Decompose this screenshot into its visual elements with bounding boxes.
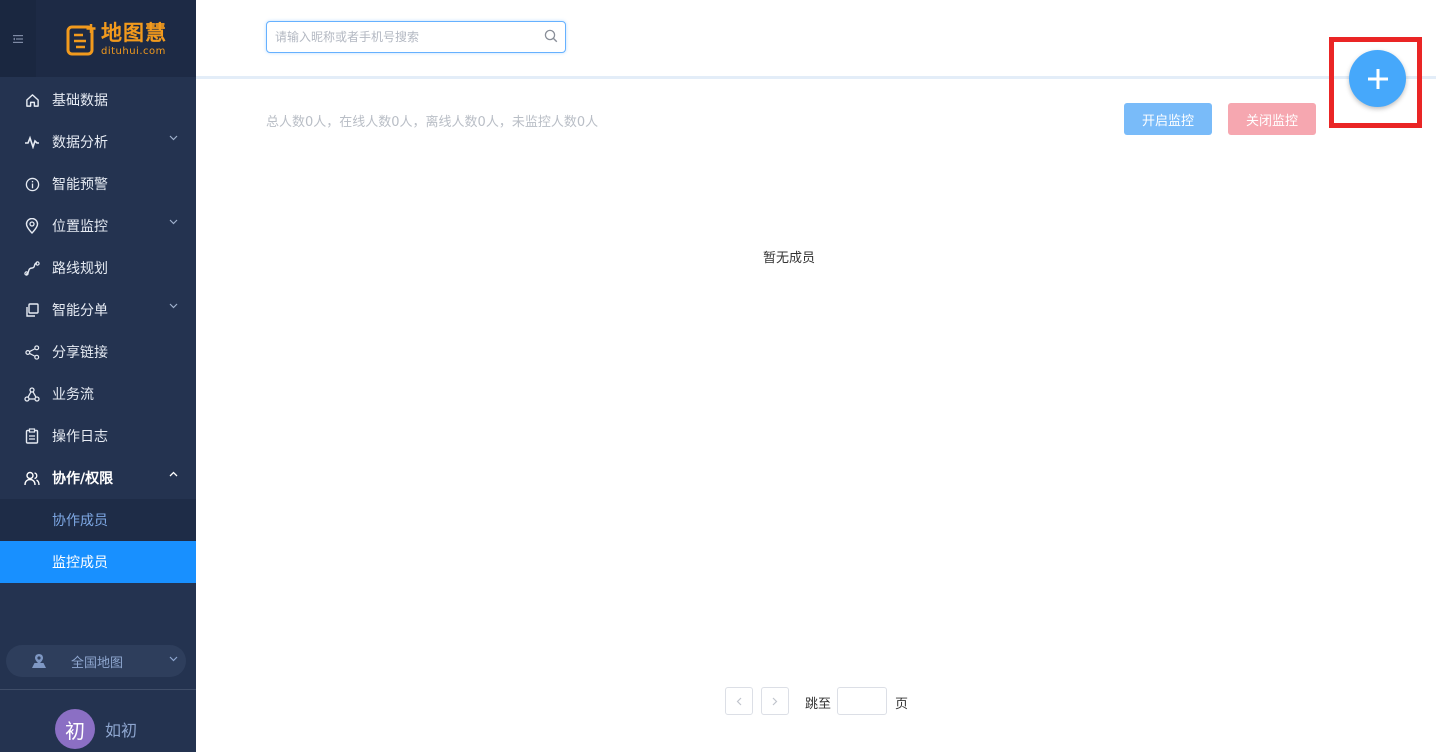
page-suffix-label: 页 <box>895 697 909 712</box>
jump-page-input[interactable] <box>838 688 886 714</box>
add-member-button[interactable] <box>1349 50 1406 107</box>
sidebar-item-label: 位置监控 <box>52 219 108 235</box>
chevron-down-icon <box>169 219 178 225</box>
logo-text: 地图慧 dituhui.com <box>101 23 167 57</box>
start-monitor-button[interactable]: 开启监控 <box>1124 103 1212 135</box>
brand-domain: dituhui.com <box>101 46 166 57</box>
user-profile[interactable]: 初 如初 <box>55 709 137 749</box>
chevron-right-icon <box>772 697 778 705</box>
chevron-down-icon <box>169 303 178 309</box>
sidebar-item-label: 分享链接 <box>52 345 108 361</box>
info-circle-icon <box>24 176 40 192</box>
sidebar-item-label: 业务流 <box>52 387 94 403</box>
sidebar-item-basic-data[interactable]: 基础数据 <box>0 79 196 121</box>
chevron-down-icon <box>169 656 178 662</box>
clipboard-icon <box>24 428 40 444</box>
map-region-label: 全国地图 <box>71 655 124 671</box>
sidebar-item-operation-log[interactable]: 操作日志 <box>0 415 196 457</box>
jump-to-label: 跳至 <box>805 697 832 712</box>
sidebar-item-label: 协作/权限 <box>52 471 114 487</box>
sidebar-item-route-planning[interactable]: 路线规划 <box>0 247 196 289</box>
sidebar-subitem-monitor-members[interactable]: 监控成员 <box>0 541 196 583</box>
plus-icon <box>1367 68 1388 89</box>
sidebar-item-location-monitor[interactable]: 位置监控 <box>0 205 196 247</box>
sidebar-item-smart-dispatch[interactable]: 智能分单 <box>0 289 196 331</box>
sidebar: 地图慧 dituhui.com 基础数据 数据分析 智能预警 位置监控 路线规划… <box>0 0 196 752</box>
brand-name: 地图慧 <box>101 21 167 45</box>
sidebar-subitem-label: 监控成员 <box>52 555 108 571</box>
chevron-up-icon <box>169 471 178 477</box>
prev-page-button[interactable] <box>725 687 753 715</box>
logo-mark-icon <box>66 24 96 56</box>
chevron-left-icon <box>736 697 742 705</box>
avatar: 初 <box>55 709 95 749</box>
sidebar-item-data-analysis[interactable]: 数据分析 <box>0 121 196 163</box>
member-search-box <box>266 21 566 53</box>
stop-monitor-button[interactable]: 关闭监控 <box>1228 103 1316 135</box>
sidebar-item-share-link[interactable]: 分享链接 <box>0 331 196 373</box>
member-stats: 总人数0人，在线人数0人，离线人数0人，未监控人数0人 <box>266 115 599 130</box>
sidebar-item-label: 智能分单 <box>52 303 108 319</box>
home-icon <box>24 92 40 108</box>
sidebar-menu: 基础数据 数据分析 智能预警 位置监控 路线规划 智能分单 分享链接 业务流 操… <box>0 79 196 583</box>
share-icon <box>24 344 40 360</box>
route-icon <box>24 260 40 276</box>
header-divider <box>196 76 1436 79</box>
map-user-icon <box>32 654 46 668</box>
sidebar-item-label: 数据分析 <box>52 135 108 151</box>
menu-fold-icon <box>13 34 23 43</box>
brand-logo[interactable]: 地图慧 dituhui.com <box>66 20 167 60</box>
sidebar-item-workflow[interactable]: 业务流 <box>0 373 196 415</box>
sidebar-subitem-collab-members[interactable]: 协作成员 <box>0 499 196 541</box>
menu-collapse-toggle[interactable] <box>0 0 36 77</box>
sidebar-subitem-label: 协作成员 <box>52 513 108 529</box>
map-region-select[interactable]: 全国地图 <box>6 645 186 677</box>
search-icon[interactable] <box>544 29 558 43</box>
sidebar-item-label: 智能预警 <box>52 177 108 193</box>
user-name: 如初 <box>105 721 138 740</box>
search-input[interactable] <box>267 22 527 52</box>
sidebar-item-label: 基础数据 <box>52 93 108 109</box>
copy-icon <box>24 302 40 318</box>
users-icon <box>24 470 40 486</box>
sidebar-item-label: 路线规划 <box>52 261 108 277</box>
next-page-button[interactable] <box>761 687 789 715</box>
sidebar-divider <box>0 689 196 690</box>
location-pin-icon <box>24 218 40 234</box>
sidebar-item-label: 操作日志 <box>52 429 108 445</box>
sidebar-item-smart-alert[interactable]: 智能预警 <box>0 163 196 205</box>
sidebar-item-collaboration[interactable]: 协作/权限 <box>0 457 196 499</box>
chevron-down-icon <box>169 135 178 141</box>
pulse-icon <box>24 134 40 150</box>
empty-state-text: 暂无成员 <box>763 251 816 266</box>
workflow-icon <box>24 386 40 402</box>
jump-page-field <box>837 687 887 715</box>
